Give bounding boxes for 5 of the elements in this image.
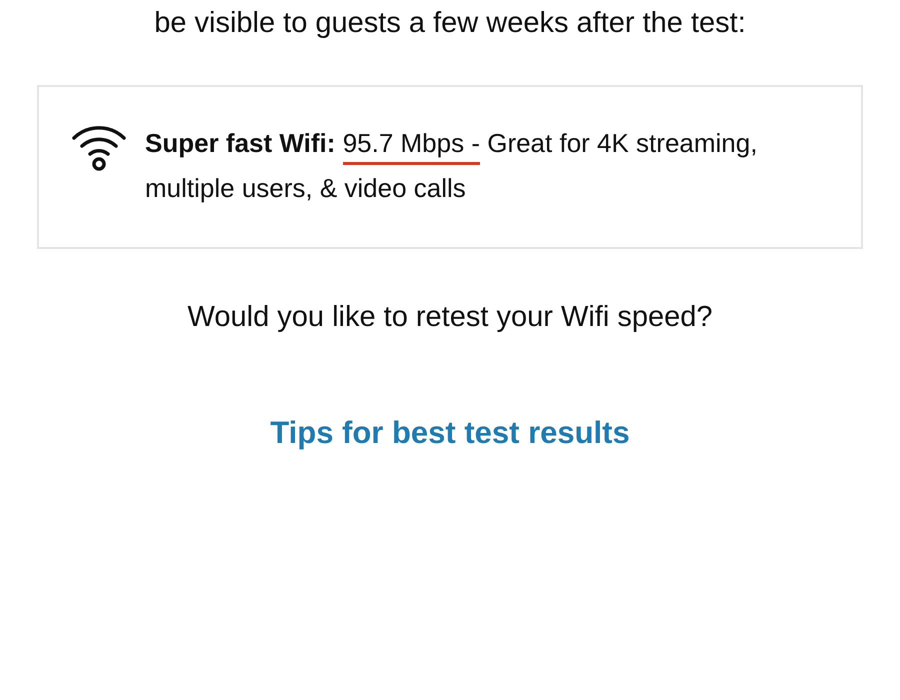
retest-question: Would you like to retest your Wifi speed? [188, 300, 712, 335]
intro-text: be visible to guests a few weeks after the test: [154, 6, 746, 40]
wifi-icon [71, 123, 127, 171]
tips-link[interactable]: Tips for best test results [270, 413, 630, 453]
wifi-result-text: Super fast Wifi: 95.7 Mbps - Great for 4K streaming, multiple users, & video calls [145, 127, 758, 205]
